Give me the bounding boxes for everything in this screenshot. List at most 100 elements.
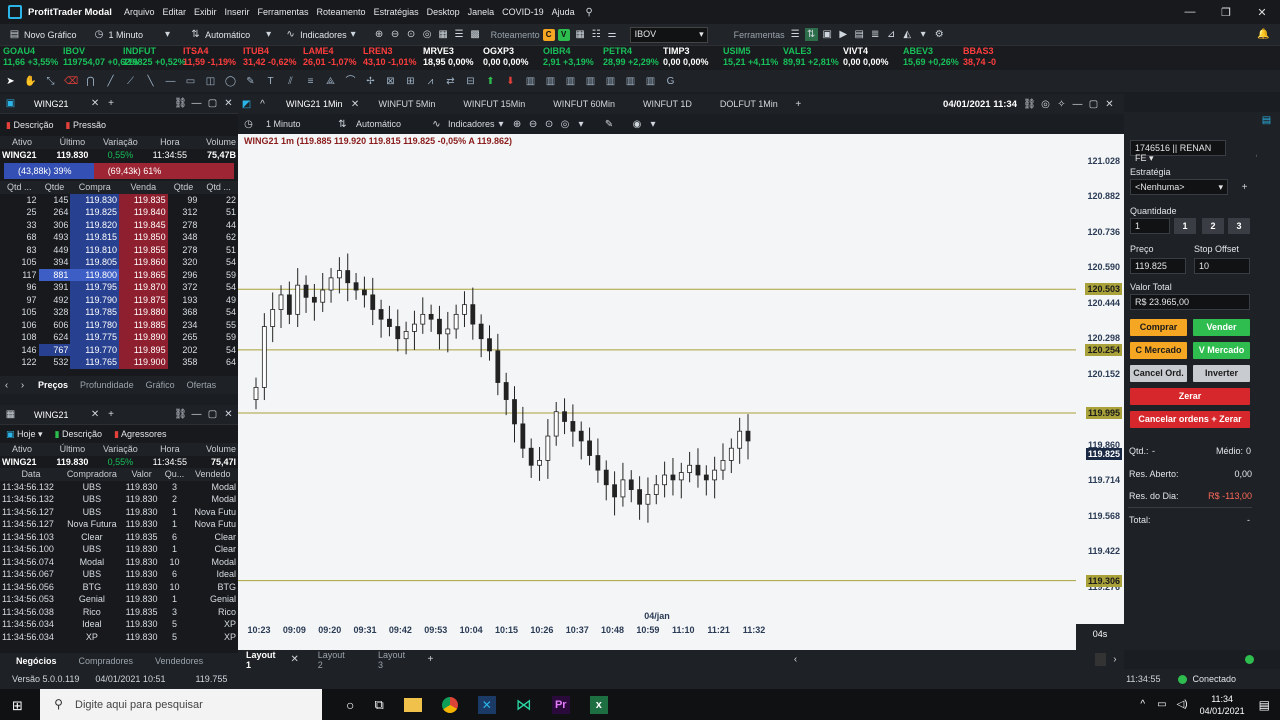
candle-body[interactable] — [295, 284, 301, 315]
candle-body[interactable] — [670, 474, 676, 481]
price-axis[interactable]: 121.028 120.882 120.736 120.590 120.444 120.2… — [1076, 134, 1124, 650]
routing-c-badge[interactable]: C — [542, 28, 555, 41]
menu-editar[interactable]: Editar — [162, 7, 186, 17]
restore-button[interactable]: ❐ — [1208, 6, 1244, 19]
close-icon[interactable]: ✕ — [222, 408, 235, 421]
zoom-reset-icon[interactable]: ◎ — [421, 28, 434, 41]
candle-body[interactable] — [286, 294, 292, 315]
chart-tab-wing21-1min[interactable]: WING21 1Min — [272, 99, 349, 109]
ticker-item[interactable]: BBAS3 38,74 -0 — [960, 46, 1020, 70]
window-icon[interactable]: ▣ — [821, 28, 834, 41]
chevron-down-icon[interactable]: ▾ — [917, 28, 930, 41]
candle-body[interactable] — [578, 430, 584, 442]
volume-icon[interactable]: ◁) — [1177, 699, 1188, 710]
chart-indicators[interactable]: Indicadores — [448, 119, 495, 129]
trades-row[interactable]: 11:34:56.038 Rico 119.835 3 Rico — [0, 606, 238, 619]
ticker-item[interactable]: GOAU4 11,66 +3,55% — [0, 46, 60, 70]
pencil-icon[interactable]: ✎ — [244, 75, 257, 88]
candle-body[interactable] — [512, 399, 517, 425]
chart-tab-winfut-5min[interactable]: WINFUT 5Min — [365, 99, 450, 109]
cross-icon[interactable]: ✢ — [364, 75, 377, 88]
candle-body[interactable] — [662, 474, 668, 486]
pin-icon[interactable]: ⊿ — [885, 28, 898, 41]
tray-up-icon[interactable]: ^ — [1140, 699, 1145, 710]
book-row[interactable]: 117 881 119.800 119.865 296 59 — [0, 268, 238, 281]
arrows-updown-icon[interactable]: ⇅ — [804, 28, 818, 41]
ticker-item[interactable]: TIMP3 0,00 0,00% — [660, 46, 720, 70]
settings-icon[interactable]: ◎ — [1039, 98, 1052, 111]
ticker-item[interactable]: INDFUT 119825 +0,52% — [120, 46, 186, 70]
text-icon[interactable]: T — [264, 75, 277, 88]
menu-estrategias[interactable]: Estratégias — [374, 7, 419, 17]
candle-body[interactable] — [603, 469, 609, 486]
ray-icon[interactable]: ⟋ — [124, 75, 137, 88]
qty-input[interactable]: 1 — [1130, 218, 1170, 234]
chrome-icon[interactable] — [441, 696, 458, 713]
candle-body[interactable] — [345, 270, 351, 284]
zoom-out-icon[interactable]: ⊖ — [389, 28, 402, 41]
minimize-button[interactable]: — — [1172, 6, 1208, 19]
taskbar-search-input[interactable]: ⚲ Digite aqui para pesquisar — [40, 689, 322, 720]
maximize-icon[interactable]: ▢ — [206, 97, 219, 110]
ticker-item[interactable]: USIM5 15,21 +4,11% — [720, 46, 780, 70]
excel-icon[interactable]: x — [589, 695, 608, 714]
candle-body[interactable] — [420, 313, 426, 325]
zoom-in-icon[interactable]: ⊕ — [373, 28, 386, 41]
add-icon[interactable]: + — [1238, 181, 1251, 194]
measure-icon[interactable]: ⊠ — [384, 75, 397, 88]
tab-precos[interactable]: Preços — [32, 380, 74, 390]
gann-fan-icon[interactable]: G — [664, 75, 677, 88]
menu-janela[interactable]: Janela — [468, 7, 495, 17]
book-row[interactable]: 105 394 119.805 119.860 320 54 — [0, 256, 238, 269]
candle-body[interactable] — [595, 455, 601, 471]
tab-compradores[interactable]: Compradores — [73, 656, 140, 666]
profit-app-icon[interactable]: ✕ — [477, 695, 496, 714]
close-icon[interactable]: ✕ — [1103, 98, 1116, 111]
chart-tab-winfut-1d[interactable]: WINFUT 1D — [629, 99, 706, 109]
candle-body[interactable] — [378, 309, 384, 320]
chart-tab-winfut-15min[interactable]: WINFUT 15Min — [449, 99, 539, 109]
play-icon[interactable]: ▶ — [837, 28, 850, 41]
book-row[interactable]: 96 391 119.795 119.870 372 54 — [0, 281, 238, 294]
trades-row[interactable]: 11:34:56.034 XP 119.830 5 XP — [0, 631, 238, 644]
network-icon[interactable]: ▭ — [1157, 699, 1166, 710]
qty-preset-1[interactable]: 1 — [1174, 218, 1196, 234]
ticker-item[interactable]: LAME4 26,01 -1,07% — [300, 46, 360, 70]
book-tab[interactable]: WING21 — [20, 99, 89, 109]
trades-row[interactable]: 11:34:56.132 UBS 119.830 2 Modal — [0, 493, 238, 506]
tab-profundidade[interactable]: Profundidade — [74, 380, 140, 390]
close-icon[interactable]: ✕ — [349, 98, 362, 111]
invert-button[interactable]: Inverter — [1193, 365, 1250, 382]
candle-body[interactable] — [537, 460, 542, 466]
close-icon[interactable]: ✕ — [222, 97, 235, 110]
candle-body[interactable] — [478, 323, 484, 340]
document-icon[interactable]: ▤ — [853, 28, 866, 41]
arc-icon[interactable]: ⌒ — [344, 75, 357, 88]
minimize-icon[interactable]: — — [190, 97, 203, 110]
chevron-left-icon[interactable]: ‹ — [0, 379, 13, 392]
gann-icon[interactable]: ⊞ — [404, 75, 417, 88]
candle-body[interactable] — [487, 338, 492, 352]
profit-chart-icon[interactable]: ⋈ — [516, 695, 532, 715]
arrow-up-icon[interactable]: ⬆ — [484, 75, 497, 88]
trades-row[interactable]: 11:34:56.127 UBS 119.830 1 Nova Futu — [0, 506, 238, 519]
bell-icon[interactable]: 🔔 — [1257, 28, 1270, 41]
book-row[interactable]: 108 624 119.775 119.890 265 59 — [0, 331, 238, 344]
zoom-in-icon[interactable]: ⊕ — [511, 118, 524, 131]
list-icon[interactable]: ☰ — [453, 28, 466, 41]
candle-body[interactable] — [620, 479, 626, 498]
tab-grafico[interactable]: Gráfico — [140, 380, 181, 390]
candle-body[interactable] — [637, 489, 642, 505]
trades-row[interactable]: 11:34:56.127 Nova Futura 119.830 1 Nova Futu — [0, 518, 238, 531]
subtab-descricao[interactable]: ▮ Descrição — [0, 120, 59, 131]
candle-body[interactable] — [570, 421, 576, 432]
candle-body[interactable] — [278, 294, 284, 310]
chevron-down-icon[interactable]: ▾ — [575, 118, 588, 131]
pin-icon[interactable]: ✧ — [1055, 98, 1068, 111]
grid-icon[interactable]: ▦ — [437, 28, 450, 41]
buy-button[interactable]: Comprar — [1130, 319, 1187, 336]
book-row[interactable]: 12 145 119.830 119.835 99 22 — [0, 193, 238, 206]
book-row[interactable]: 97 492 119.790 119.875 193 49 — [0, 293, 238, 306]
maximize-icon[interactable]: ▢ — [206, 408, 219, 421]
trades-tab[interactable]: WING21 — [20, 410, 89, 420]
